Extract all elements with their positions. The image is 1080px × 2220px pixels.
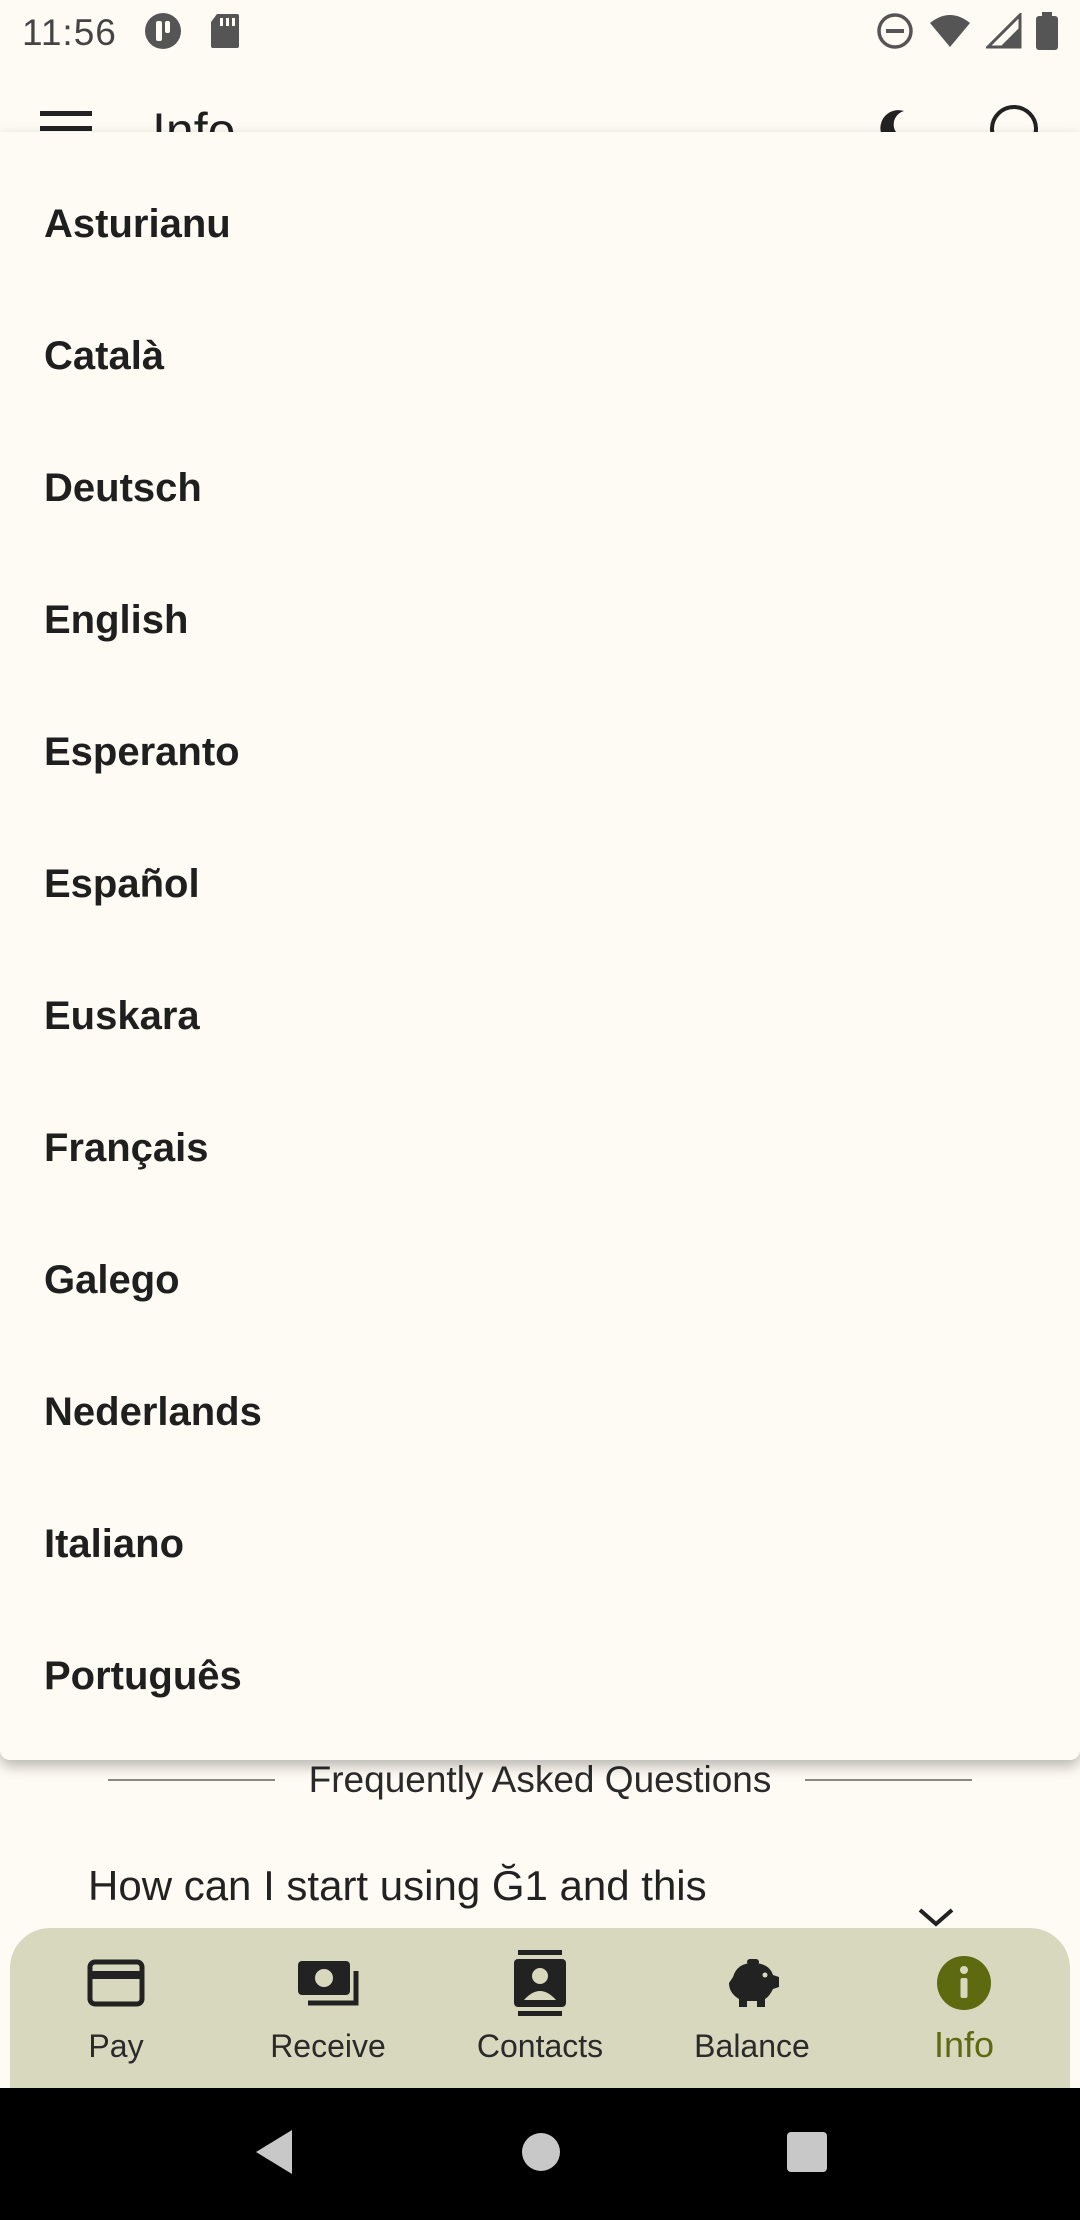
back-icon[interactable] [252, 2128, 296, 2181]
language-option[interactable]: Asturianu [0, 158, 1080, 290]
nav-label: Info [933, 2024, 995, 2065]
nav-item-contacts[interactable]: Contacts [440, 1950, 640, 2065]
nav-item-pay[interactable]: Pay [16, 1950, 216, 2065]
status-time: 11:56 [22, 12, 117, 53]
cell-signal-icon [984, 10, 1022, 54]
nav-label: Receive [270, 2028, 386, 2064]
info-icon [936, 1950, 992, 2016]
cash-icon [296, 1950, 360, 2016]
language-option[interactable]: Euskara [0, 950, 1080, 1082]
home-icon[interactable] [520, 2131, 562, 2178]
language-option[interactable]: Italiano [0, 1478, 1080, 1610]
language-option[interactable]: Català [0, 290, 1080, 422]
nav-item-info[interactable]: Info [864, 1950, 1064, 2066]
language-option[interactable]: Nederlands [0, 1346, 1080, 1478]
language-option[interactable]: Português [0, 1610, 1080, 1742]
nav-item-receive[interactable]: Receive [228, 1950, 428, 2065]
faq-title: Frequently Asked Questions [308, 1759, 772, 1800]
credit-card-icon [87, 1950, 145, 2016]
nav-label: Pay [88, 2028, 144, 2064]
piggy-bank-icon [723, 1950, 781, 2016]
faq-question[interactable]: How can I start using Ğ1 and this [88, 1862, 707, 1910]
language-option[interactable]: Español [0, 818, 1080, 950]
divider-line [108, 1779, 275, 1781]
language-option[interactable]: Deutsch [0, 422, 1080, 554]
battery-icon [1036, 11, 1058, 55]
contacts-icon [512, 1950, 568, 2016]
language-option[interactable]: Français [0, 1082, 1080, 1214]
language-option[interactable]: English [0, 554, 1080, 686]
status-bar: 11:56 [0, 0, 1080, 66]
app-notification-icon [143, 11, 183, 56]
bottom-navigation: Pay Receive Contacts Balance Info [10, 1928, 1070, 2088]
language-menu: Asturianu Català Deutsch English Esperan… [0, 132, 1080, 1760]
system-navigation-bar [0, 2088, 1080, 2220]
language-option[interactable]: Galego [0, 1214, 1080, 1346]
nav-item-balance[interactable]: Balance [652, 1950, 852, 2065]
nav-label: Contacts [476, 2028, 604, 2064]
sd-card-icon [209, 12, 241, 55]
divider-line [805, 1779, 973, 1781]
recents-icon[interactable] [786, 2131, 828, 2178]
do-not-disturb-icon [876, 12, 914, 55]
language-option[interactable]: Esperanto [0, 686, 1080, 818]
wifi-icon [928, 13, 972, 54]
nav-label: Balance [694, 2028, 810, 2064]
screen: 11:56 Info Frequently Asked Questions Ho… [0, 0, 1080, 2220]
